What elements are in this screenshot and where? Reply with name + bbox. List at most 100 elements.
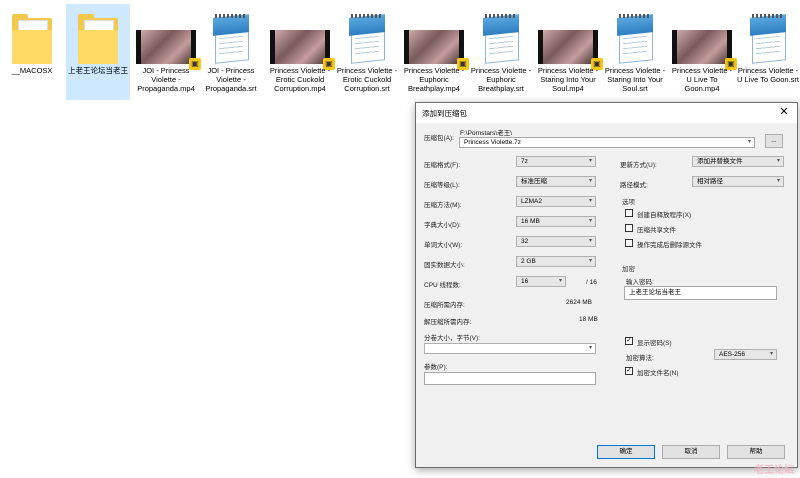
chevron-down-icon: ▾ <box>769 351 773 357</box>
delete-after-checkbox[interactable] <box>625 239 633 247</box>
video-thumbnail-icon: ▣ <box>136 30 201 70</box>
shared-files-checkbox[interactable] <box>625 224 633 232</box>
file-name: Princess Violette - U Live To Goon.mp4 <box>671 66 733 93</box>
video-thumbnail-icon: ▣ <box>538 30 603 70</box>
update-select[interactable]: 添加并替换文件 ▾ <box>692 156 784 167</box>
file-name: Princess Violette - U Live To Goon.srt <box>737 66 799 84</box>
split-size-combo[interactable]: ▾ <box>424 343 596 354</box>
chevron-down-icon: ▾ <box>588 218 592 224</box>
format-select[interactable]: 7z ▾ <box>516 156 596 167</box>
video-thumbnail-icon: ▣ <box>270 30 335 70</box>
file-item[interactable]: Princess Violette - Euphoric Breathplay.… <box>469 4 533 100</box>
dict-select[interactable]: 16 MB ▾ <box>516 216 596 227</box>
chevron-down-icon: ▾ <box>558 278 562 284</box>
pathmode-value: 相对路径 <box>697 178 723 185</box>
update-label: 更新方式(U): <box>620 162 657 169</box>
show-password-label: 显示密码(S) <box>637 340 672 347</box>
encrypt-names-checkbox[interactable]: ✓ <box>625 367 633 375</box>
archive-label: 压缩包(A): <box>424 135 454 142</box>
word-value: 32 <box>521 238 529 245</box>
chevron-down-icon: ▾ <box>588 178 592 184</box>
file-name: Princess Violette - Euphoric Breathplay.… <box>403 66 465 93</box>
word-label: 单词大小(W): <box>424 242 463 249</box>
update-value: 添加并替换文件 <box>697 158 743 165</box>
cpu-label: CPU 线程数: <box>424 282 461 289</box>
chevron-down-icon: ▾ <box>588 198 592 204</box>
pathmode-label: 路径模式: <box>620 182 648 189</box>
video-thumbnail-icon: ▣ <box>404 30 469 70</box>
chevron-down-icon: ▾ <box>747 139 751 145</box>
folder-icon <box>78 14 118 66</box>
dict-label: 字典大小(D): <box>424 222 461 229</box>
password-value: 上老王论坛当老王 <box>629 289 681 296</box>
dict-value: 16 MB <box>521 218 540 225</box>
text-file-icon <box>615 14 655 64</box>
level-select[interactable]: 标准压缩 ▾ <box>516 176 596 187</box>
enc-method-value: AES-256 <box>719 351 746 358</box>
word-select[interactable]: 32 ▾ <box>516 236 596 247</box>
file-item[interactable]: Princess Violette - Erotic Cuckold Corru… <box>335 4 399 100</box>
mem-decomp-value: 18 MB <box>579 316 598 323</box>
text-file-icon <box>211 14 251 64</box>
file-item[interactable]: Princess Violette - Staring Into Your So… <box>603 4 667 100</box>
cancel-button[interactable]: 取消 <box>662 445 720 459</box>
method-select[interactable]: LZMA2 ▾ <box>516 196 596 207</box>
sfx-label: 创建自释放程序(X) <box>637 212 692 219</box>
close-icon[interactable]: ✕ <box>777 105 791 119</box>
file-name: Princess Violette - Staring Into Your So… <box>537 66 599 93</box>
chevron-down-icon: ▾ <box>588 158 592 164</box>
password-input[interactable]: 上老王论坛当老王 <box>624 286 777 300</box>
folder-icon <box>12 14 52 66</box>
video-thumbnail-icon: ▣ <box>672 30 737 70</box>
enc-method-label: 加密算法: <box>626 355 654 362</box>
check-icon: ✓ <box>626 367 632 374</box>
params-input[interactable] <box>424 372 596 385</box>
file-item[interactable]: ▣ JOI - Princess Violette - Propaganda.m… <box>134 4 201 100</box>
chevron-down-icon: ▾ <box>588 258 592 264</box>
mem-comp-label: 压缩所需内存: <box>424 302 465 309</box>
file-item[interactable]: ▣ Princess Violette - Staring Into Your … <box>536 4 603 100</box>
solid-value: 2 GB <box>521 258 536 265</box>
archive-name-value: Princess Violette.7z <box>464 139 521 146</box>
method-value: LZMA2 <box>521 198 542 205</box>
file-item[interactable]: ▣ Princess Violette - U Live To Goon.mp4 <box>670 4 737 100</box>
file-item[interactable]: JOI - Princess Violette - Propaganda.srt <box>199 4 263 100</box>
file-item[interactable]: 上老王论坛当老王 <box>66 4 130 100</box>
dialog-titlebar: 添加到压缩包 ✕ <box>416 103 797 123</box>
archive-path: F:\Pornstars\老王\ <box>460 130 513 137</box>
file-name: Princess Violette - Erotic Cuckold Corru… <box>336 66 398 93</box>
cpu-value: 16 <box>521 278 529 285</box>
solid-select[interactable]: 2 GB ▾ <box>516 256 596 267</box>
chevron-down-icon: ▾ <box>588 345 592 351</box>
format-value: 7z <box>521 158 528 165</box>
params-label: 参数(P): <box>424 364 448 371</box>
level-label: 压缩等级(L): <box>424 182 460 189</box>
mem-comp-value: 2624 MB <box>566 299 593 306</box>
browse-button[interactable]: ... <box>765 134 783 148</box>
password-label: 输入密码: <box>626 279 654 286</box>
file-name: JOI - Princess Violette - Propaganda.mp4 <box>137 66 195 93</box>
archive-name-combo[interactable]: Princess Violette.7z ▾ <box>459 137 755 148</box>
chevron-down-icon: ▾ <box>588 238 592 244</box>
file-item[interactable]: ▣ Princess Violette - Euphoric Breathpla… <box>402 4 469 100</box>
pathmode-select[interactable]: 相对路径 ▾ <box>692 176 784 187</box>
cpu-select[interactable]: 16 ▾ <box>516 276 566 287</box>
help-button[interactable]: 帮助 <box>727 445 785 459</box>
split-label: 分卷大小，字节(V): <box>424 335 480 342</box>
text-file-icon <box>748 14 788 64</box>
ok-button[interactable]: 确定 <box>597 445 655 459</box>
enc-method-select[interactable]: AES-256 ▾ <box>714 349 777 360</box>
file-item[interactable]: __MACOSX <box>0 4 64 100</box>
file-item[interactable]: Princess Violette - U Live To Goon.srt <box>736 4 800 100</box>
encrypt-names-label: 加密文件名(N) <box>637 370 679 377</box>
chevron-down-icon: ▾ <box>776 178 780 184</box>
options-group-title: 选项 <box>622 199 635 206</box>
text-file-icon <box>481 14 521 64</box>
file-name: 上老王论坛当老王 <box>68 66 128 75</box>
shared-files-label: 压缩共享文件 <box>637 227 676 234</box>
show-password-checkbox[interactable]: ✓ <box>625 337 633 345</box>
check-icon: ✓ <box>626 337 632 344</box>
file-name: Princess Violette - Euphoric Breathplay.… <box>470 66 532 93</box>
sfx-checkbox[interactable] <box>625 209 633 217</box>
file-item[interactable]: ▣ Princess Violette - Erotic Cuckold Cor… <box>268 4 335 100</box>
